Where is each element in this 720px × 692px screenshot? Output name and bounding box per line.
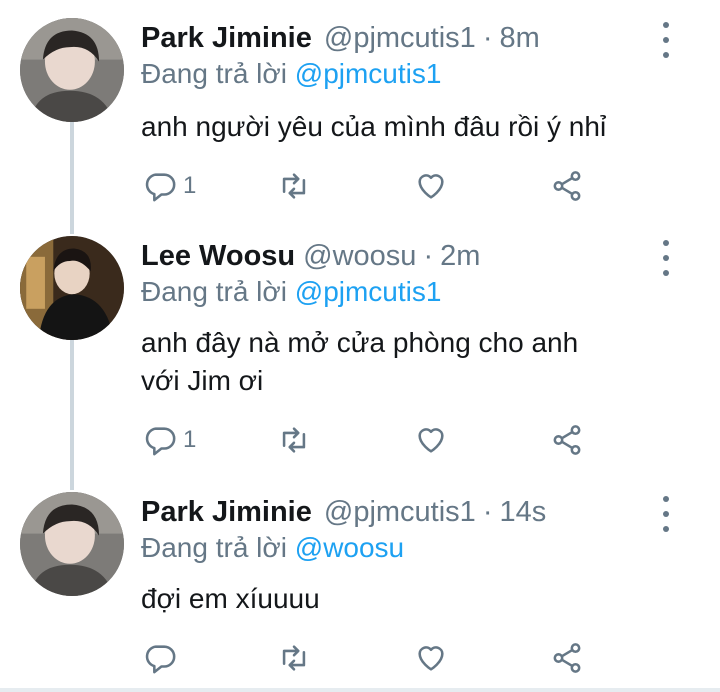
- retweet-button[interactable]: [277, 638, 311, 678]
- tweet-text-line: với Jim ơi: [141, 365, 264, 396]
- replying-to: Đang trả lời @pjmcutis1: [141, 276, 441, 308]
- tweet-actions: [141, 638, 621, 678]
- tweet-text-line: anh người yêu của mình đâu rồi ý nhỉ: [141, 111, 607, 142]
- avatar-park-jiminie: [20, 492, 124, 596]
- more-vertical-icon[interactable]: [654, 240, 678, 276]
- retweet-button[interactable]: [277, 166, 311, 206]
- avatar-park-jiminie: [20, 18, 124, 122]
- replying-to-label: Đang trả lời: [141, 58, 295, 89]
- replying-to-label: Đang trả lời: [141, 276, 295, 307]
- author-name[interactable]: Park Jiminie: [141, 496, 312, 529]
- separator: ·: [482, 495, 493, 528]
- like-button[interactable]: [414, 166, 448, 206]
- tweet-text: anh người yêu của mình đâu rồi ý nhỉ: [141, 108, 681, 146]
- timestamp[interactable]: 8m: [499, 22, 539, 55]
- share-icon: [553, 643, 581, 673]
- author-name[interactable]: Park Jiminie: [141, 22, 312, 55]
- author-name[interactable]: Lee Woosu: [141, 240, 295, 273]
- mention-link[interactable]: @pjmcutis1: [295, 58, 442, 89]
- more-vertical-icon[interactable]: [654, 496, 678, 532]
- heart-icon: [418, 646, 444, 671]
- heart-icon: [418, 428, 444, 453]
- avatar-lee-woosu: [20, 236, 124, 340]
- divider: [0, 688, 720, 692]
- timestamp[interactable]: 2m: [440, 240, 480, 273]
- heart-icon: [418, 174, 444, 199]
- like-button[interactable]: [414, 420, 448, 460]
- retweet-icon: [282, 173, 306, 199]
- reply-button[interactable]: [143, 638, 177, 678]
- tweet[interactable]: Park Jiminie @pjmcutis1 · 14s Đang trả l…: [0, 492, 720, 686]
- retweet-button[interactable]: [277, 420, 311, 460]
- reply-button[interactable]: 1: [143, 166, 196, 206]
- mention-link[interactable]: @pjmcutis1: [295, 276, 442, 307]
- author-handle[interactable]: @pjmcutis1: [324, 496, 476, 529]
- reply-icon: [145, 173, 176, 202]
- timestamp[interactable]: 14s: [499, 496, 546, 529]
- replying-to: Đang trả lời @woosu: [141, 532, 404, 564]
- replying-to: Đang trả lời @pjmcutis1: [141, 58, 441, 90]
- share-icon: [553, 171, 581, 201]
- mention-link[interactable]: @woosu: [295, 532, 404, 563]
- tweet[interactable]: Lee Woosu @woosu · 2m Đang trả lời @pjmc…: [0, 236, 720, 486]
- share-button[interactable]: [550, 166, 584, 206]
- share-button[interactable]: [550, 420, 584, 460]
- retweet-icon: [282, 645, 306, 671]
- tweet-actions: 1: [141, 166, 621, 206]
- more-vertical-icon[interactable]: [654, 22, 678, 58]
- author-handle[interactable]: @woosu: [303, 240, 416, 273]
- reply-icon: [145, 427, 176, 456]
- author-handle[interactable]: @pjmcutis1: [324, 22, 476, 55]
- reply-icon: [145, 645, 176, 674]
- avatar[interactable]: [20, 18, 124, 122]
- tweet-text: đợi em xíuuuu: [141, 580, 681, 618]
- separator: ·: [423, 239, 434, 272]
- reply-count: 1: [183, 426, 197, 453]
- tweet-text-line: anh đây nà mở cửa phòng cho anh: [141, 327, 579, 358]
- separator: ·: [482, 21, 493, 54]
- tweet[interactable]: Park Jiminie @pjmcutis1 · 8m Đang trả lờ…: [0, 18, 720, 218]
- reply-count: 1: [183, 172, 197, 199]
- tweet-text-line: đợi em xíuuuu: [141, 583, 320, 614]
- replying-to-label: Đang trả lời: [141, 532, 295, 563]
- reply-button[interactable]: 1: [143, 420, 196, 460]
- tweet-text: anh đây nà mở cửa phòng cho anh với Jim …: [141, 324, 681, 400]
- avatar[interactable]: [20, 236, 124, 340]
- share-icon: [553, 425, 581, 455]
- retweet-icon: [282, 427, 306, 453]
- tweet-actions: 1: [141, 420, 621, 460]
- like-button[interactable]: [414, 638, 448, 678]
- avatar[interactable]: [20, 492, 124, 596]
- share-button[interactable]: [550, 638, 584, 678]
